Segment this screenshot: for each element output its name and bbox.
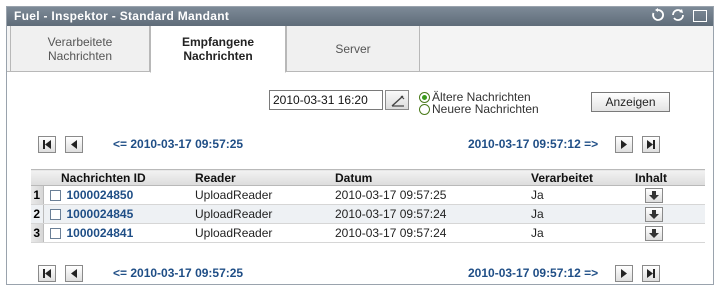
content-cell — [633, 223, 705, 243]
header-date[interactable]: Datum — [333, 169, 529, 186]
content-cell — [633, 204, 705, 224]
tab-label-line2: Nachrichten — [47, 48, 113, 63]
radio-newer-row[interactable]: Neuere Nachrichten — [419, 102, 539, 116]
row-checkbox[interactable] — [49, 209, 61, 220]
message-id-link[interactable]: 1000024845 — [67, 207, 134, 221]
radio-newer[interactable] — [419, 103, 430, 115]
tab-received-messages[interactable]: Empfangene Nachrichten — [150, 26, 286, 73]
next-page-icon — [621, 269, 627, 278]
pagination-bottom: <= 2010-03-17 09:57:25 2010-03-17 09:57:… — [7, 265, 713, 285]
reader-cell: UploadReader — [193, 185, 333, 205]
message-id-link[interactable]: 1000024841 — [67, 226, 134, 240]
table-row[interactable]: 3 1000024841 UploadReader 2010-03-17 09:… — [31, 223, 705, 243]
row-number: 3 — [31, 223, 44, 243]
header-reader[interactable]: Reader — [193, 169, 333, 186]
id-cell: 1000024845 — [43, 204, 193, 224]
next-page-icon — [621, 140, 627, 149]
next-page-button[interactable] — [615, 265, 633, 282]
download-button[interactable] — [645, 225, 663, 241]
download-button[interactable] — [645, 206, 663, 222]
rownum-header — [31, 169, 43, 186]
last-page-button[interactable] — [642, 265, 660, 282]
first-page-icon — [43, 269, 51, 278]
table-row[interactable]: 1 1000024850 UploadReader 2010-03-17 09:… — [31, 185, 705, 205]
header-content[interactable]: Inhalt — [633, 169, 705, 186]
id-cell: 1000024850 — [43, 185, 193, 205]
calendar-button[interactable] — [385, 90, 409, 110]
processed-cell: Ja — [529, 185, 633, 205]
reader-cell: UploadReader — [193, 204, 333, 224]
message-id-link[interactable]: 1000024850 — [67, 188, 134, 202]
tab-processed-messages[interactable]: Verarbeitete Nachrichten — [10, 26, 150, 72]
last-page-icon — [647, 269, 655, 278]
radio-newer-label: Neuere Nachrichten — [432, 102, 539, 116]
table-row[interactable]: 2 1000024845 UploadReader 2010-03-17 09:… — [31, 204, 705, 224]
calendar-pen-icon — [391, 95, 405, 107]
title-bar: Fuel - Inspektor - Standard Mandant — [7, 7, 713, 26]
reader-cell: UploadReader — [193, 223, 333, 243]
row-number: 2 — [31, 204, 44, 224]
tab-label-line1: Empfangene — [181, 35, 254, 49]
tab-label-line2: Nachrichten — [183, 49, 253, 63]
pagination-top: <= 2010-03-17 09:57:25 2010-03-17 09:57:… — [7, 136, 713, 156]
date-input[interactable] — [269, 90, 383, 110]
tab-bar: Verarbeitete Nachrichten Empfangene Nachri… — [7, 26, 713, 73]
prev-page-icon — [71, 140, 77, 149]
row-checkbox[interactable] — [49, 190, 61, 201]
next-page-button[interactable] — [615, 136, 633, 153]
first-page-button[interactable] — [38, 265, 56, 282]
first-page-button[interactable] — [38, 136, 56, 153]
prev-date-link[interactable]: <= 2010-03-17 09:57:25 — [113, 137, 243, 151]
table-header-row: Nachrichten ID Reader Datum Verarbeitet … — [31, 169, 705, 186]
refresh-icon[interactable] — [669, 8, 687, 24]
next-date-link[interactable]: 2010-03-17 09:57:12 => — [468, 266, 598, 280]
prev-page-icon — [71, 269, 77, 278]
header-processed[interactable]: Verarbeitet — [529, 169, 633, 186]
date-cell: 2010-03-17 09:57:25 — [333, 185, 529, 205]
download-arrow-icon — [649, 209, 659, 219]
date-cell: 2010-03-17 09:57:24 — [333, 204, 529, 224]
download-button[interactable] — [645, 187, 663, 203]
last-page-button[interactable] — [642, 136, 660, 153]
download-arrow-icon — [649, 228, 659, 238]
row-checkbox[interactable] — [49, 228, 61, 239]
radio-older[interactable] — [419, 91, 430, 103]
content-cell — [633, 185, 705, 205]
download-arrow-icon — [649, 190, 659, 200]
prev-page-button[interactable] — [65, 265, 83, 282]
row-number: 1 — [31, 185, 44, 205]
processed-cell: Ja — [529, 223, 633, 243]
first-page-icon — [43, 140, 51, 149]
show-button[interactable]: Anzeigen — [591, 92, 670, 112]
processed-cell: Ja — [529, 204, 633, 224]
inspector-window: Fuel - Inspektor - Standard Mandant Vera… — [6, 6, 714, 285]
messages-table: Nachrichten ID Reader Datum Verarbeitet … — [31, 169, 705, 243]
reset-icon[interactable] — [649, 8, 667, 24]
prev-date-link[interactable]: <= 2010-03-17 09:57:25 — [113, 266, 243, 280]
prev-page-button[interactable] — [65, 136, 83, 153]
id-cell: 1000024841 — [43, 223, 193, 243]
tab-server[interactable]: Server — [286, 26, 420, 72]
next-date-link[interactable]: 2010-03-17 09:57:12 => — [468, 137, 598, 151]
window-title: Fuel - Inspektor - Standard Mandant — [14, 9, 230, 23]
tab-label-line1: Verarbeitete — [47, 34, 113, 49]
header-id[interactable]: Nachrichten ID — [43, 169, 193, 186]
maximize-icon[interactable] — [693, 10, 707, 22]
tab-label: Server — [335, 41, 371, 56]
date-cell: 2010-03-17 09:57:24 — [333, 223, 529, 243]
last-page-icon — [647, 140, 655, 149]
